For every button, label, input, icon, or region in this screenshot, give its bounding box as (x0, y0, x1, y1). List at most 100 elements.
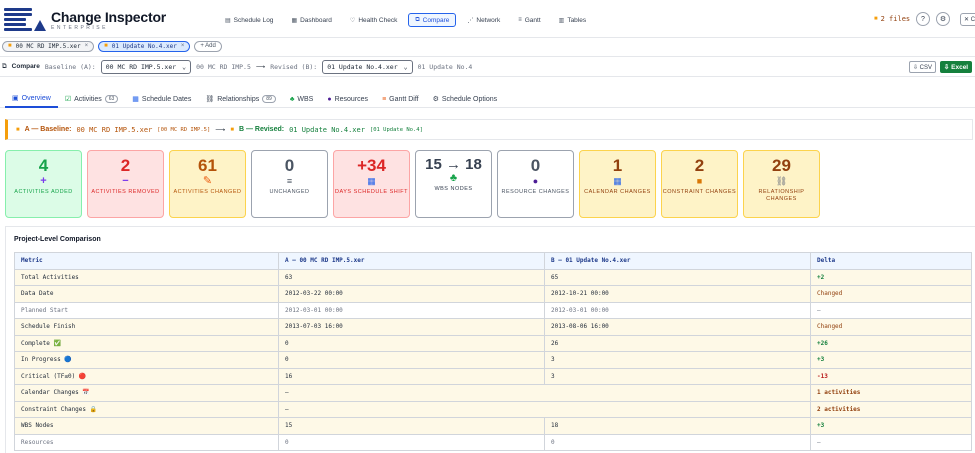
overview-icon: ▣ (12, 95, 19, 102)
files-badge[interactable]: ■ 2 files (874, 15, 910, 23)
logo (4, 8, 46, 34)
stat-card-schedule-shift[interactable]: +34 ▦ DAYS SCHEDULE SHIFT (333, 150, 410, 218)
minus-icon: − (122, 175, 129, 187)
nav-dashboard[interactable]: ▦ Dashboard (284, 13, 338, 27)
stat-cards: 4 + ACTIVITIES ADDED 2 − ACTIVITIES REMO… (5, 150, 820, 218)
calendar-icon: ▦ (132, 96, 139, 103)
stat-card-activities-added[interactable]: 4 + ACTIVITIES ADDED (5, 150, 82, 218)
gear-icon: ⚙ (432, 96, 439, 103)
revised-cell: 18 (544, 417, 811, 435)
metric-cell: Calendar Changes 📅 (14, 384, 279, 402)
tree-icon: ♣ (289, 95, 295, 103)
pencil-icon: ✎ (202, 175, 213, 187)
section-title: Project-Level Comparison (14, 236, 101, 243)
delta-cell: 2 activities (810, 400, 972, 418)
nav-tables[interactable]: ▥ Tables (552, 13, 593, 27)
file-tabs: ■ 00 MC RD IMP.5.xer × ■ 01 Update No.4.… (0, 38, 975, 54)
metric-cell: Complete ✅ (14, 334, 279, 352)
table-row: WBS Nodes 15 18 +3 (14, 417, 972, 435)
stat-card-unchanged[interactable]: 0 ≡ UNCHANGED (251, 150, 328, 218)
close-button[interactable]: ✕ Clo (960, 13, 975, 26)
stat-card-wbs-nodes[interactable]: 15 → 18 ♣ WBS NODES (415, 150, 492, 218)
close-tab-icon[interactable]: × (85, 43, 89, 49)
app-title: Change Inspector (51, 9, 167, 25)
compare-subtabs: ▣ Overview ☑ Activities 63 ▦ Schedule Dates … (0, 90, 975, 108)
add-file-button[interactable]: + Add (194, 40, 222, 52)
folder-icon: ■ (16, 126, 20, 133)
delta-cell: -13 (810, 367, 972, 385)
lock-icon: ■ (696, 176, 703, 186)
baseline-tag: [00 MC RD IMP.5] (157, 126, 211, 133)
table-row: Schedule Finish 2013-07-03 16:00 2013-08-0… (14, 318, 972, 336)
metric-cell: Planned Start (14, 301, 279, 319)
export-excel-button[interactable]: ⇩ Excel (940, 61, 972, 73)
stat-card-resource-changes[interactable]: 0 ● RESOURCE CHANGES (497, 150, 574, 218)
revised-file: 01 Update No.4.xer (289, 125, 365, 134)
metric-cell: In Progress 🔵 (14, 351, 279, 369)
settings-button[interactable]: ⚙ (936, 12, 950, 26)
stat-card-relationship-changes[interactable]: 29 ⛓ RELATIONSHIP CHANGES (743, 150, 820, 218)
tab-activities[interactable]: ☑ Activities 63 (58, 90, 125, 108)
stat-card-constraint-changes[interactable]: 2 ■ CONSTRAINT CHANGES (661, 150, 738, 218)
table-row: Resources 0 0— (14, 433, 972, 451)
tab-gantt-diff[interactable]: ≡ Gantt Diff (375, 90, 426, 108)
close-tab-icon[interactable]: × (181, 43, 185, 49)
baseline-cell: 15 (278, 417, 545, 435)
metric-cell: Data Date (14, 285, 279, 303)
folder-icon: ■ (874, 16, 878, 22)
revised-label: B — Revised: (238, 126, 285, 133)
file-tab-revised[interactable]: ■ 01 Update No.4.xer × (98, 40, 191, 52)
table-header-row: Metric A — 00 MC RD IMP.5.xer B — 01 Upd… (14, 252, 972, 270)
nav-network[interactable]: ⋰ Network (460, 13, 507, 27)
link-icon: ⛓ (775, 176, 788, 186)
stat-card-activities-removed[interactable]: 2 − ACTIVITIES REMOVED (87, 150, 164, 218)
nav-schedule-log[interactable]: ▤ Schedule Log (218, 13, 280, 27)
chevron-down-icon: ⌄ (182, 62, 187, 71)
comparison-table-body: Total Activities 63 65 +2 Data Date 2012-03-2… (14, 268, 972, 451)
metric-cell: Critical (TF≤0) 🔴 (14, 367, 279, 385)
table-row: In Progress 🔵 0 3 +3 (14, 351, 972, 369)
dashboard-icon: ▦ (291, 17, 298, 24)
tab-schedule-options[interactable]: ⚙ Schedule Options (426, 90, 505, 108)
link-icon: ⛓ (205, 96, 215, 103)
calendar-icon: ▦ (613, 176, 622, 186)
table-row: Planned Start 2012-03-01 00:00 2012-03-01 … (14, 301, 972, 319)
table-row: Critical (TF≤0) 🔴 16 3 -13 (14, 367, 972, 385)
tab-resources[interactable]: ● Resources (320, 90, 375, 108)
comparison-table: Metric A — 00 MC RD IMP.5.xer B — 01 Upd… (14, 252, 972, 451)
baseline-cell: 0 (278, 433, 545, 451)
delta-cell: — (810, 433, 972, 451)
col-delta: Delta (810, 252, 972, 270)
baseline-label: A — Baseline: (24, 126, 72, 133)
tab-relationships[interactable]: ⛓ Relationships 89 (198, 90, 282, 108)
compare-icon: ⧉ (415, 16, 420, 23)
export-csv-button[interactable]: ⇩ CSV (909, 61, 936, 73)
table-icon: ▥ (558, 17, 565, 24)
gantt-icon: ≡ (518, 17, 522, 23)
plus-icon: + (40, 175, 47, 187)
revised-select[interactable]: 01 Update No.4.xer ⌄ (322, 59, 413, 74)
stat-card-activities-changed[interactable]: 61 ✎ ACTIVITIES CHANGED (169, 150, 246, 218)
equals-icon: ≡ (286, 176, 293, 186)
col-metric: Metric (14, 252, 279, 270)
delta-cell: +26 (810, 334, 972, 352)
activities-count-badge: 63 (104, 95, 119, 103)
nav-health-check[interactable]: ♡ Health Check (343, 13, 404, 27)
revised-name: 01 Update No.4 (417, 62, 473, 71)
tab-schedule-dates[interactable]: ▦ Schedule Dates (125, 90, 198, 108)
compare-toolbar: ⧉ Compare Baseline (A): 00 MC RD IMP.5.x… (0, 56, 975, 77)
help-button[interactable]: ? (916, 12, 930, 26)
baseline-cell: 2013-07-03 16:00 (278, 318, 545, 336)
tab-overview[interactable]: ▣ Overview (5, 90, 58, 108)
nav-compare[interactable]: ⧉ Compare (408, 13, 457, 27)
relationships-count-badge: 89 (262, 95, 276, 103)
baseline-cell: — (278, 400, 811, 418)
network-icon: ⋰ (467, 17, 474, 24)
file-tab-baseline[interactable]: ■ 00 MC RD IMP.5.xer × (2, 40, 95, 52)
baseline-select[interactable]: 00 MC RD IMP.5.xer ⌄ (100, 59, 192, 74)
app-subtitle: ENTERPRISE (51, 25, 108, 31)
stat-card-calendar-changes[interactable]: 1 ▦ CALENDAR CHANGES (579, 150, 656, 218)
nav-gantt[interactable]: ≡ Gantt (511, 13, 547, 27)
baseline-revised-strip: ■ A — Baseline: 00 MC RD IMP.5.xer [00 M… (5, 119, 973, 140)
tab-wbs[interactable]: ♣ WBS (283, 90, 321, 108)
